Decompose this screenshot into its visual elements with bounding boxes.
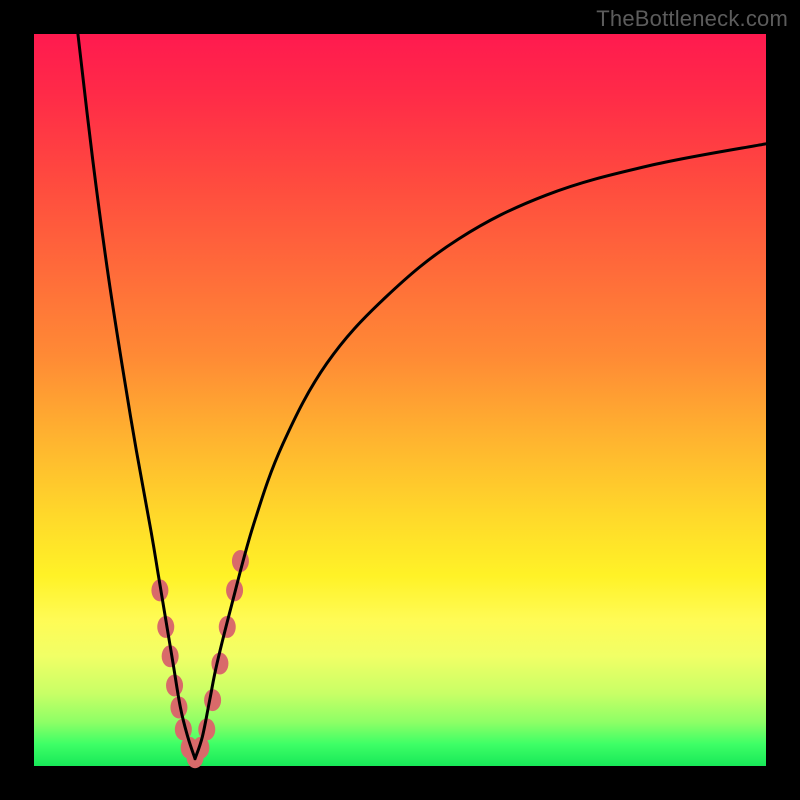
watermark-text: TheBottleneck.com bbox=[596, 6, 788, 32]
curve-right-branch bbox=[195, 144, 766, 759]
outer-frame: TheBottleneck.com bbox=[0, 0, 800, 800]
plot-area bbox=[34, 34, 766, 766]
curve-left-branch bbox=[78, 34, 195, 759]
curve-layer bbox=[34, 34, 766, 766]
marker-group bbox=[151, 550, 249, 768]
